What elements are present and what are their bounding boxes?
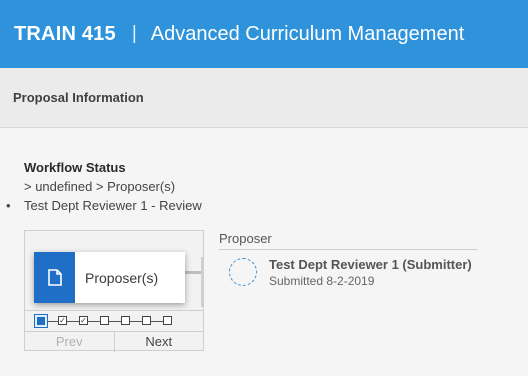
reviewer-avatar bbox=[229, 258, 257, 286]
workflow-status-heading: Workflow Status bbox=[24, 160, 126, 175]
detail-divider bbox=[219, 249, 478, 250]
navigator-step[interactable] bbox=[142, 316, 151, 325]
navigator-step[interactable] bbox=[100, 316, 109, 325]
workflow-path: > undefined > Proposer(s) bbox=[24, 179, 176, 194]
reviewer-status: Submitted 8-2-2019 bbox=[269, 274, 375, 288]
course-code: TRAIN 415 bbox=[14, 22, 116, 45]
navigator-step[interactable] bbox=[121, 316, 130, 325]
section-header: Proposal Information bbox=[0, 68, 528, 128]
navigator-step-checked[interactable]: ✓ bbox=[79, 316, 88, 325]
workflow-step-label: Proposer(s) bbox=[85, 269, 159, 286]
workflow-next-node-edge bbox=[201, 257, 204, 307]
navigator-step-current[interactable] bbox=[34, 314, 48, 328]
reviewer-entry: Test Dept Reviewer 1 (Submitter) Submitt… bbox=[229, 257, 472, 288]
next-button[interactable]: Next bbox=[115, 332, 204, 352]
section-title: Proposal Information bbox=[13, 90, 144, 105]
workflow-nav-buttons: Prev Next bbox=[25, 331, 203, 352]
workflow-step-navigator: ✓ ✓ bbox=[25, 310, 203, 332]
detail-title: Proposer bbox=[219, 231, 272, 246]
workflow-current-step: • Test Dept Reviewer 1 - Review bbox=[6, 198, 202, 213]
workflow-step-text: Test Dept Reviewer 1 - Review bbox=[24, 198, 202, 213]
reviewer-name: Test Dept Reviewer 1 (Submitter) bbox=[269, 257, 472, 272]
workflow-step-card[interactable]: Proposer(s) bbox=[34, 252, 185, 303]
prev-button[interactable]: Prev bbox=[25, 332, 115, 352]
header-separator: | bbox=[131, 23, 137, 44]
bullet-marker: • bbox=[6, 198, 11, 213]
app-header: TRAIN 415 | Advanced Curriculum Manageme… bbox=[0, 0, 528, 68]
app-title: Advanced Curriculum Management bbox=[150, 22, 465, 45]
navigator-step-checked[interactable]: ✓ bbox=[58, 316, 67, 325]
document-icon bbox=[34, 252, 75, 303]
navigator-step[interactable] bbox=[163, 316, 172, 325]
